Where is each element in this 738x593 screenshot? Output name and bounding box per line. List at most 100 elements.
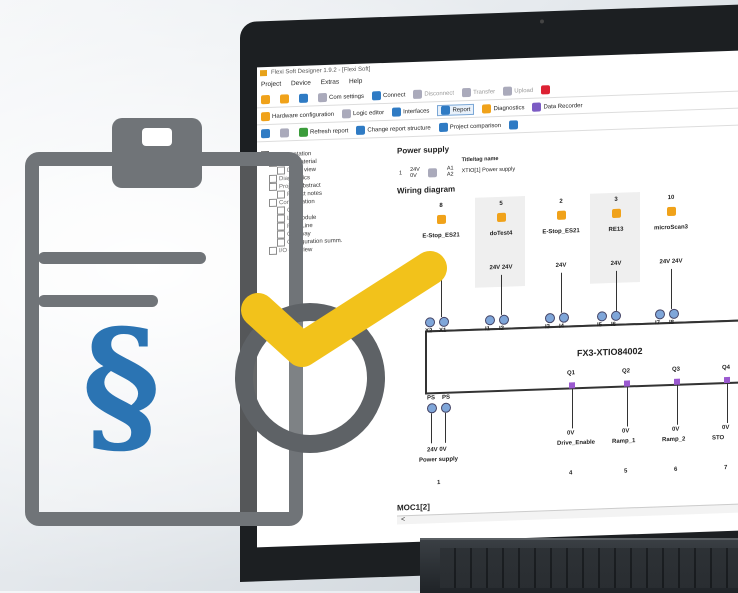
- terminal-icon: [611, 310, 621, 322]
- export-button[interactable]: [509, 119, 520, 130]
- sensor-icon: [497, 212, 506, 223]
- supply-voltage: 24V 0V: [427, 446, 447, 454]
- device-icon: [612, 208, 623, 219]
- column-label: microScan3: [653, 224, 689, 232]
- terminal-label: I1: [485, 326, 491, 333]
- change-structure-button[interactable]: Change report structure: [356, 123, 431, 135]
- upload-button[interactable]: Upload: [503, 85, 533, 96]
- interfaces-icon: [392, 106, 402, 117]
- column-shade: [590, 192, 640, 284]
- output-tag: Q4: [722, 364, 731, 372]
- device-icon: [667, 206, 678, 217]
- hardware-config-button[interactable]: Hardware configuration: [261, 109, 334, 121]
- module-label: MOC1[2]: [397, 502, 430, 513]
- logic-editor-button[interactable]: Logic editor: [342, 107, 384, 118]
- structure-icon: [356, 125, 366, 135]
- output-wire: [572, 388, 573, 429]
- print-button[interactable]: [280, 127, 291, 138]
- supply-num: 1: [437, 480, 441, 487]
- connect-button[interactable]: Connect: [372, 90, 405, 100]
- horizontal-scrollbar[interactable]: <: [397, 502, 738, 525]
- contact-wire: [671, 268, 672, 309]
- terminal-icon: [655, 309, 665, 320]
- output-name: Ramp_2: [662, 436, 686, 444]
- report-save-button[interactable]: [261, 128, 272, 138]
- transfer-button[interactable]: Transfer: [462, 87, 495, 97]
- col-header: Title/tag name: [461, 155, 499, 164]
- output-name: Ramp_1: [612, 438, 636, 446]
- terminal-label: I2: [499, 325, 505, 332]
- export-icon: [509, 119, 519, 130]
- diagnostics-button[interactable]: Diagnostics: [482, 103, 524, 114]
- open-button[interactable]: [280, 93, 291, 104]
- terminal-icon: [597, 311, 607, 322]
- save-icon: [299, 93, 308, 103]
- menu-device[interactable]: Device: [291, 80, 311, 88]
- hardware-icon: [261, 111, 270, 121]
- terminal-label: I4: [559, 323, 565, 330]
- output-voltage: 0V: [672, 426, 680, 433]
- output-wire: [727, 382, 728, 423]
- contact-wire: [561, 272, 562, 313]
- app-logo-icon: [260, 70, 267, 77]
- paragraph-icon: §: [82, 297, 161, 473]
- output-voltage: 0V: [722, 424, 730, 432]
- output-tag: Q1: [567, 370, 576, 377]
- device-icon: [497, 212, 508, 223]
- clip-hole: [142, 128, 172, 146]
- refresh-icon: [299, 127, 308, 137]
- flag-icon: [541, 84, 551, 94]
- menu-help[interactable]: Help: [349, 78, 362, 85]
- upload-icon: [503, 85, 513, 96]
- checkmark-icon: [241, 251, 447, 367]
- keys: [440, 548, 738, 588]
- power-supply-heading: Power supply: [397, 144, 450, 156]
- gear-icon: [342, 108, 352, 118]
- sensor-icon: [612, 208, 621, 219]
- terminal-icon: [545, 312, 555, 324]
- sensor-icon: [437, 214, 446, 225]
- data-recorder-button[interactable]: Data Recorder: [532, 101, 583, 112]
- interfaces-button[interactable]: Interfaces: [392, 106, 429, 117]
- terminal-label: I8: [669, 319, 675, 327]
- new-project-button[interactable]: [261, 94, 272, 104]
- com-settings-button[interactable]: Com settings: [318, 91, 364, 102]
- menu-extras[interactable]: Extras: [321, 79, 339, 87]
- window-title: Flexi Soft Designer 1.9.2 - [Flexi Soft]: [271, 66, 371, 76]
- contact-wire: [616, 270, 617, 311]
- scroll-left-icon[interactable]: <: [401, 516, 405, 523]
- connect-icon: [372, 90, 382, 100]
- report-button[interactable]: Report: [437, 103, 475, 116]
- terminal-icon: [669, 308, 679, 320]
- output-num: 6: [674, 466, 678, 473]
- plug-icon: [318, 92, 327, 102]
- output-voltage: 0V: [622, 428, 630, 435]
- refresh-report-button[interactable]: Refresh report: [299, 126, 348, 137]
- project-comparison-button[interactable]: Project comparison: [438, 120, 501, 132]
- disconnect-button[interactable]: Disconnect: [413, 88, 454, 99]
- disconnect-icon: [413, 89, 423, 99]
- webcam-icon: [540, 19, 544, 24]
- device-icon: [437, 214, 448, 225]
- output-num: 5: [624, 468, 628, 475]
- terminal-icon: [559, 312, 569, 323]
- output-tag: Q2: [622, 368, 631, 375]
- terminal-icon: [485, 315, 495, 326]
- compare-icon: [438, 122, 448, 132]
- language-button[interactable]: [541, 84, 552, 94]
- output-name: Drive_Enable: [557, 439, 596, 447]
- supply-terminal-a: [427, 403, 437, 414]
- terminal-label: I6: [611, 321, 617, 329]
- power-supply-table: Title/tag name 1 24V 0V A1 A2 XTIO[1] Powe…: [397, 153, 523, 181]
- recorder-icon: [532, 101, 542, 112]
- table-row: 1 24V 0V A1 A2 XTIO[1] Power supply: [399, 165, 516, 180]
- sensor-icon: [557, 210, 566, 220]
- supply-wire-b: [445, 412, 446, 443]
- menu-project[interactable]: Project: [261, 81, 281, 89]
- save-button[interactable]: [299, 93, 310, 103]
- supply-wire-a: [431, 413, 432, 444]
- column-voltage: 24V 24V: [659, 258, 683, 266]
- output-wire: [627, 386, 628, 427]
- supply-name: Power supply: [419, 456, 459, 464]
- output-wire: [677, 384, 678, 425]
